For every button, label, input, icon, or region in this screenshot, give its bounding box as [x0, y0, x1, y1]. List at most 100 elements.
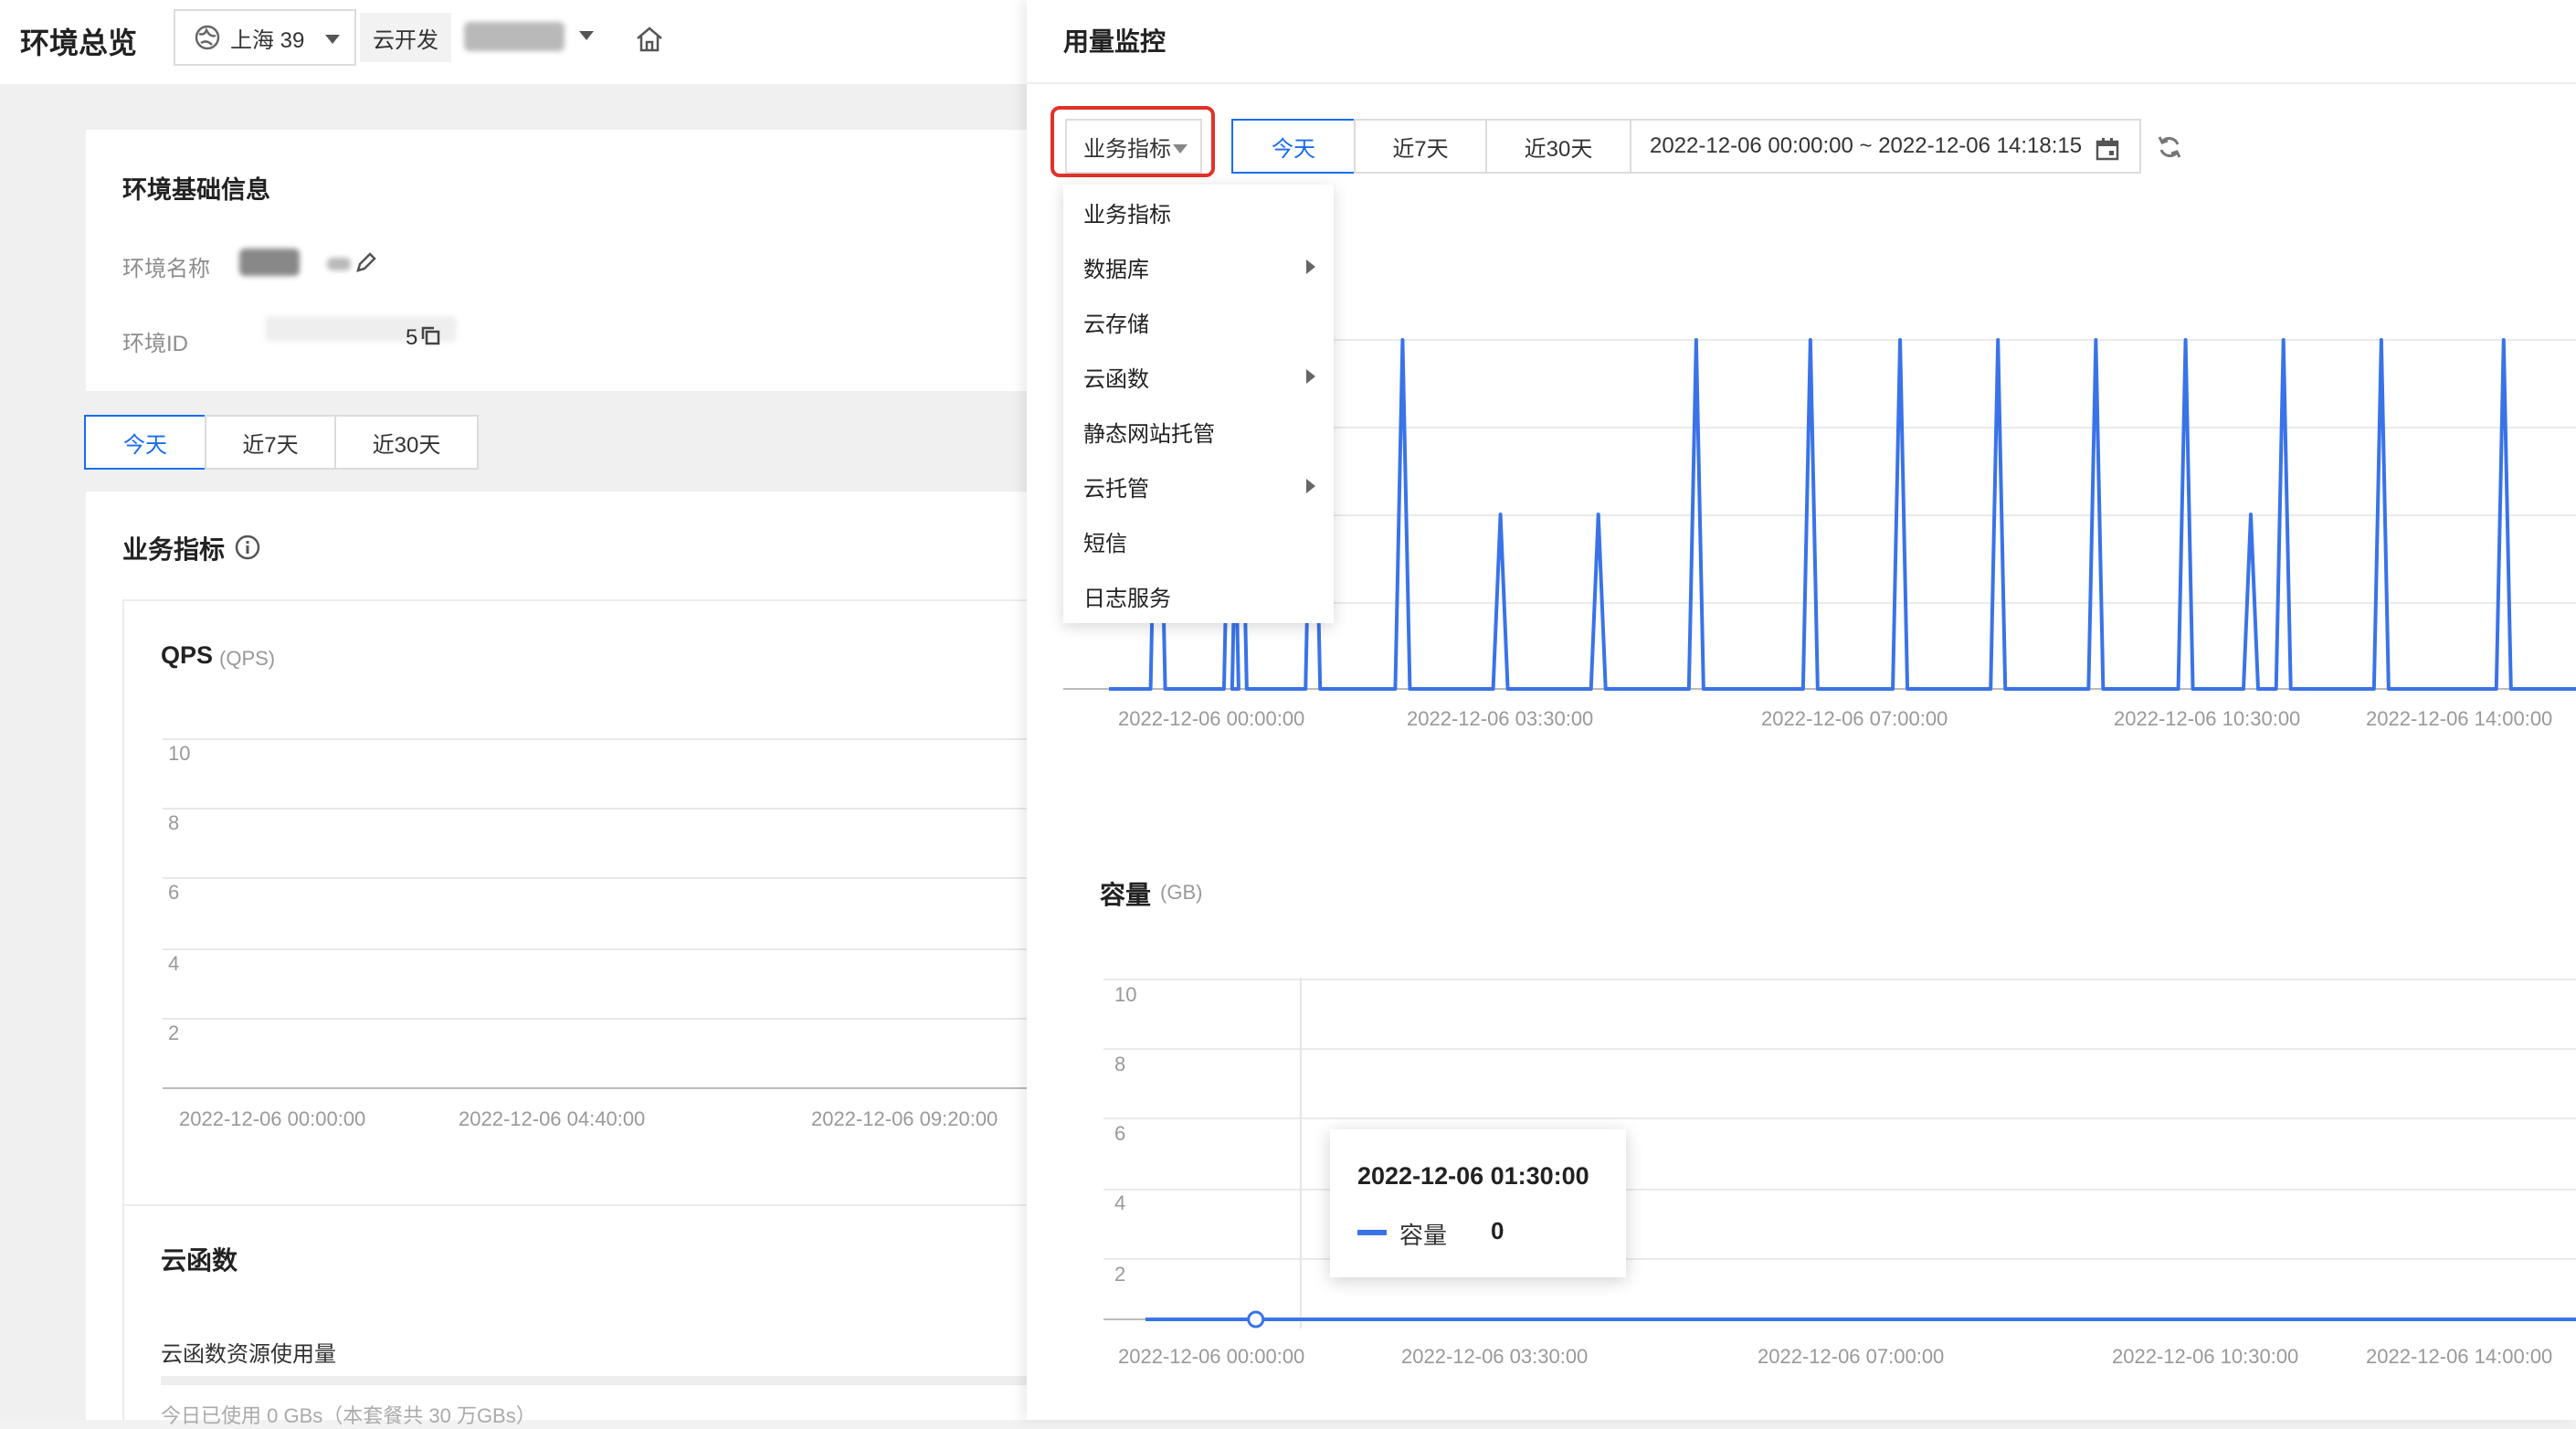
basic-info-title: 环境基础信息: [122, 170, 270, 206]
env-overview-page: 环境总览 上海 39 云开发 环境基础信息 环境名称 环境ID 5 今天 近7天…: [0, 0, 1027, 1420]
menu-item-biz[interactable]: 业务指标: [1063, 185, 1334, 239]
x-tick-label: 2022-12-06 14:00:00: [2366, 1345, 2552, 1369]
chevron-down-icon: [325, 35, 340, 44]
y-tick-label: 10: [168, 742, 190, 766]
range-7d[interactable]: 近7天: [1354, 119, 1487, 174]
basic-info-card: 环境基础信息 环境名称 环境ID 5: [86, 130, 1027, 391]
env-id-suffix: 5: [406, 325, 417, 351]
left-range-30d[interactable]: 近30天: [334, 415, 479, 470]
cloud-fn-usage-text: 今日已使用 0 GBs（本套餐共 30 万GBs）: [161, 1400, 536, 1429]
tooltip-legend-swatch: [1357, 1230, 1387, 1235]
metric-select-value: 业务指标: [1083, 131, 1171, 163]
tooltip-series-name: 容量: [1399, 1217, 1447, 1251]
grid-line: [163, 948, 1029, 950]
grid-line: [163, 738, 1029, 740]
x-tick-label: 2022-12-06 07:00:00: [1761, 707, 1948, 731]
tooltip-value: 0: [1491, 1217, 1504, 1245]
region-select[interactable]: 上海 39: [174, 9, 356, 66]
calendar-icon: [2094, 135, 2121, 163]
env-name-value-redacted: [239, 249, 300, 276]
date-range-text: 2022-12-06 00:00:00 ~ 2022-12-06 14:18:1…: [1650, 133, 2082, 159]
info-icon[interactable]: [234, 534, 261, 561]
menu-item-logs[interactable]: 日志服务: [1063, 568, 1334, 623]
menu-item-label: 数据库: [1083, 251, 1149, 283]
env-id-label: 环境ID: [122, 325, 188, 357]
metric-dropdown-menu: 业务指标 数据库 云存储 云函数 静态网站托管 云托管 短信 日志服务: [1063, 185, 1334, 623]
menu-item-label: 日志服务: [1083, 580, 1171, 612]
menu-item-cloud-run[interactable]: 云托管: [1063, 459, 1334, 513]
x-tick-label: 2022-12-06 00:00:00: [179, 1107, 365, 1131]
home-icon[interactable]: [634, 24, 665, 55]
grid-line: [163, 808, 1029, 810]
edit-icon[interactable]: [354, 250, 378, 274]
x-tick-label: 2022-12-06 04:40:00: [459, 1107, 645, 1131]
menu-item-functions[interactable]: 云函数: [1063, 349, 1334, 404]
env-name-label: 环境名称: [122, 250, 210, 282]
biz-metrics-card: 业务指标 QPS (QPS) 10 8 6 4 2 2022-12-06 00:…: [86, 492, 1027, 1420]
y-tick-label: 10: [1114, 983, 1136, 1007]
left-range-7d[interactable]: 近7天: [205, 415, 336, 470]
chevron-down-icon: [1173, 144, 1188, 153]
x-tick-label: 2022-12-06 00:00:00: [1118, 707, 1304, 731]
capacity-unit: (GB): [1160, 881, 1202, 905]
x-tick-label: 2022-12-06 10:30:00: [2114, 707, 2300, 731]
grid-line: [163, 1018, 1029, 1020]
range-today[interactable]: 今天: [1231, 119, 1356, 174]
chart-tooltip: 2022-12-06 01:30:00 容量 0: [1330, 1129, 1626, 1277]
x-tick-label: 2022-12-06 09:20:00: [811, 1107, 998, 1131]
page-title: 环境总览: [20, 20, 137, 62]
env-name-redacted: [464, 22, 565, 51]
grid-line: [163, 877, 1029, 879]
cloud-fn-box: 云函数 云函数资源使用量 今日已使用 0 GBs（本套餐共 30 万GBs）: [122, 1204, 1029, 1420]
menu-item-label: 静态网站托管: [1083, 416, 1215, 448]
top-bar: 环境总览 上海 39 云开发: [0, 0, 1027, 84]
menu-item-label: 业务指标: [1083, 196, 1171, 228]
cloud-fn-resource-label: 云函数资源使用量: [161, 1336, 336, 1368]
y-tick-label: 4: [1114, 1191, 1125, 1215]
capacity-chart: [1027, 950, 2576, 1361]
menu-item-label: 短信: [1083, 525, 1127, 557]
globe-icon: [194, 24, 221, 51]
x-tick-label: 2022-12-06 07:00:00: [1758, 1345, 1944, 1369]
y-tick-label: 8: [1114, 1053, 1125, 1076]
tooltip-time: 2022-12-06 01:30:00: [1357, 1162, 1589, 1191]
header-divider: [1027, 82, 2576, 84]
y-tick-label: 2: [168, 1021, 179, 1045]
chevron-right-icon: [1306, 479, 1315, 493]
x-axis: [163, 1087, 1029, 1089]
env-name-value-redacted-2: [327, 258, 351, 270]
usage-progress-bar: [161, 1376, 1029, 1385]
range-30d[interactable]: 近30天: [1485, 119, 1631, 174]
qps-title: QPS: [161, 641, 213, 670]
y-tick-label: 6: [168, 881, 179, 905]
qps-unit: (QPS): [219, 647, 275, 671]
x-tick-label: 2022-12-06 00:00:00: [1118, 1345, 1304, 1369]
left-range-today[interactable]: 今天: [84, 415, 206, 470]
y-tick-label: 6: [1114, 1122, 1125, 1146]
y-tick-label: 8: [168, 811, 179, 835]
date-range-picker[interactable]: 2022-12-06 00:00:00 ~ 2022-12-06 14:18:1…: [1630, 119, 2141, 174]
cloud-fn-title: 云函数: [161, 1241, 238, 1277]
metric-select[interactable]: 业务指标: [1065, 119, 1202, 174]
biz-metrics-title: 业务指标: [122, 530, 225, 566]
menu-item-static-hosting[interactable]: 静态网站托管: [1063, 404, 1334, 459]
menu-item-label: 云函数: [1083, 361, 1149, 393]
env-tag: 云开发: [360, 13, 451, 62]
monitor-title: 用量监控: [1063, 22, 1166, 58]
usage-monitor-drawer: 用量监控 业务指标 今天 近7天 近30天 2022-12-06 00:00:0…: [1027, 0, 2576, 1420]
refresh-icon[interactable]: [2156, 133, 2183, 161]
copy-icon[interactable]: [418, 323, 442, 347]
menu-item-database[interactable]: 数据库: [1063, 239, 1334, 294]
x-tick-label: 2022-12-06 03:30:00: [1407, 707, 1593, 731]
x-tick-label: 2022-12-06 14:00:00: [2366, 707, 2552, 731]
menu-item-sms[interactable]: 短信: [1063, 513, 1334, 568]
y-tick-label: 4: [168, 952, 179, 976]
x-tick-label: 2022-12-06 10:30:00: [2112, 1345, 2298, 1369]
chevron-right-icon: [1306, 259, 1315, 274]
menu-item-label: 云托管: [1083, 471, 1149, 503]
menu-item-label: 云存储: [1083, 306, 1149, 338]
y-tick-label: 2: [1114, 1263, 1125, 1286]
hover-point: [1249, 1312, 1263, 1327]
env-chevron-down-icon[interactable]: [579, 31, 594, 40]
menu-item-storage[interactable]: 云存储: [1063, 294, 1334, 349]
